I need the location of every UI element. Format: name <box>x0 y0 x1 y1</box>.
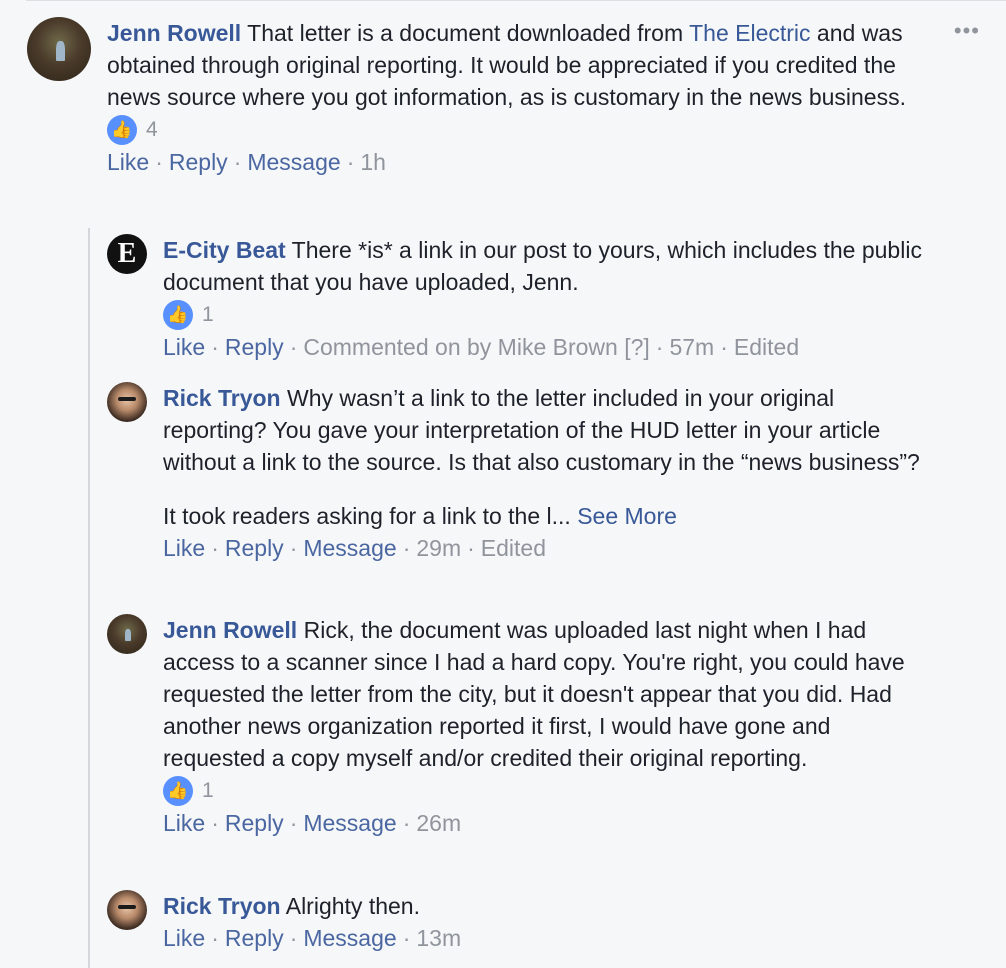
reply-button[interactable]: Reply <box>225 535 284 561</box>
reply-button[interactable]: Reply <box>225 925 284 951</box>
avatar-e-city-beat[interactable]: E <box>107 234 147 274</box>
comment-text: Jenn Rowell Rick, the document was uploa… <box>163 617 905 771</box>
timestamp[interactable]: 26m <box>416 810 461 836</box>
comment-body: Jenn Rowell Rick, the document was uploa… <box>163 614 923 839</box>
comment-text: E-City Beat There *is* a link in our pos… <box>163 237 922 295</box>
like-reaction-icon: 👍 <box>163 776 193 806</box>
like-button[interactable]: Like <box>163 535 205 561</box>
reactions[interactable]: 👍 4 <box>107 114 937 146</box>
reply-comment: Jenn Rowell Rick, the document was uploa… <box>107 614 947 839</box>
message-button[interactable]: Message <box>303 810 396 836</box>
like-button[interactable]: Like <box>163 810 205 836</box>
message-button[interactable]: Message <box>247 149 340 175</box>
timestamp[interactable]: 13m <box>416 925 461 951</box>
comment-body: Rick Tryon Why wasn’t a link to the lett… <box>163 382 923 564</box>
timestamp[interactable]: 1h <box>360 149 386 175</box>
like-button[interactable]: Like <box>163 334 205 360</box>
avatar-rick-tryon[interactable] <box>107 890 147 930</box>
reply-button[interactable]: Reply <box>169 149 228 175</box>
top-divider <box>26 0 1006 1</box>
avatar-jenn-rowell[interactable] <box>27 17 91 81</box>
comment-text-continued: It took readers asking for a link to the… <box>163 503 677 529</box>
comment-actions: Like · Reply · Message · 26m <box>163 810 462 836</box>
like-reaction-icon: 👍 <box>107 115 137 145</box>
comment-actions: Like · Reply · Message · 29m · Edited <box>163 535 546 561</box>
author-name[interactable]: Rick Tryon <box>163 893 281 919</box>
edited-label[interactable]: Edited <box>734 334 799 360</box>
comment-text: Rick Tryon Why wasn’t a link to the lett… <box>163 385 920 475</box>
reaction-count: 4 <box>146 118 158 141</box>
message-button[interactable]: Message <box>303 925 396 951</box>
more-options-icon[interactable]: ••• <box>954 18 980 44</box>
comment-actions: Like · Reply · Message · 13m <box>163 925 462 951</box>
comment-actions: Like · Reply · Message · 1h <box>107 149 386 175</box>
timestamp[interactable]: 57m <box>669 334 714 360</box>
author-name[interactable]: Rick Tryon <box>163 385 281 411</box>
reaction-count: 1 <box>202 779 214 802</box>
reactions[interactable]: 👍 1 <box>163 299 923 331</box>
comment-text: Jenn Rowell That letter is a document do… <box>107 20 906 110</box>
reply-thread-line <box>88 228 90 968</box>
reply-comment: Rick Tryon Why wasn’t a link to the lett… <box>107 382 947 564</box>
author-name[interactable]: E-City Beat <box>163 237 286 263</box>
timestamp[interactable]: 29m <box>416 535 461 561</box>
like-reaction-icon: 👍 <box>163 300 193 330</box>
like-button[interactable]: Like <box>107 149 149 175</box>
message-button[interactable]: Message <box>303 535 396 561</box>
see-more-link[interactable]: See More <box>577 503 677 529</box>
commented-on-by[interactable]: Commented on by Mike Brown [?] <box>303 334 649 360</box>
reply-comment: Rick Tryon Alrighty then. Like · Reply · Mes… <box>107 890 947 954</box>
reply-button[interactable]: Reply <box>225 334 284 360</box>
avatar-rick-tryon[interactable] <box>107 382 147 422</box>
reaction-count: 1 <box>202 303 214 326</box>
avatar-jenn-rowell[interactable] <box>107 614 147 654</box>
author-name[interactable]: Jenn Rowell <box>107 20 241 46</box>
comment-body: E-City Beat There *is* a link in our pos… <box>163 234 923 363</box>
comment-actions: Like · Reply · Commented on by Mike Brown [?… <box>163 334 800 360</box>
reply-comment: E E-City Beat There *is* a link in our p… <box>107 234 947 363</box>
source-link[interactable]: The Electric <box>689 20 810 46</box>
reactions[interactable]: 👍 1 <box>163 775 923 807</box>
like-button[interactable]: Like <box>163 925 205 951</box>
author-name[interactable]: Jenn Rowell <box>163 617 297 643</box>
comment-text: Rick Tryon Alrighty then. <box>163 893 420 919</box>
reply-button[interactable]: Reply <box>225 810 284 836</box>
edited-label[interactable]: Edited <box>481 535 546 561</box>
comment-body: Jenn Rowell That letter is a document do… <box>107 17 937 178</box>
comment-body: Rick Tryon Alrighty then. Like · Reply · Mes… <box>163 890 923 954</box>
comment: Jenn Rowell That letter is a document do… <box>27 17 947 178</box>
